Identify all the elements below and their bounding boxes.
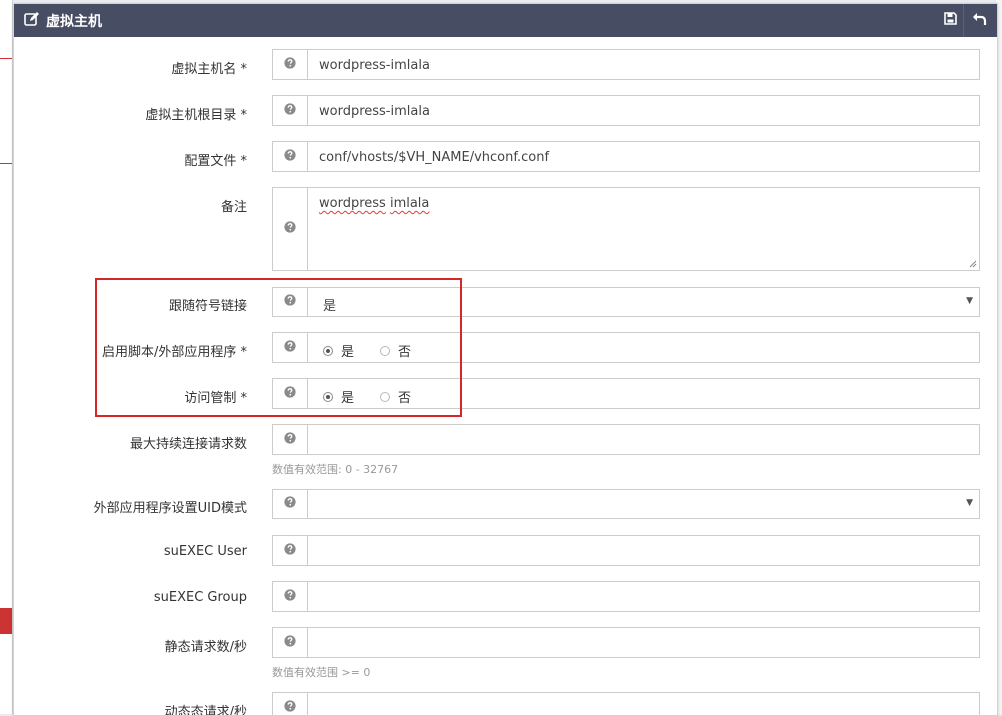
config-file-input[interactable]: conf/vhosts/$VH_NAME/vhconf.conf [272, 141, 980, 172]
background-page-left [0, 0, 13, 714]
follow-symlink-value: 是 [323, 299, 337, 314]
radio-icon [323, 391, 333, 402]
notes-value: wordpress imlala [319, 196, 429, 211]
radio-icon [380, 391, 391, 402]
radio-label: 否 [398, 345, 412, 360]
header-separator [963, 4, 964, 37]
vh-root-input[interactable]: wordpress-imlala [272, 95, 980, 126]
panel-title: 虚拟主机 [46, 13, 102, 30]
config-file-label: 配置文件 * [184, 154, 247, 169]
question-circle-icon [284, 294, 296, 310]
chevron-down-icon: ▼ [966, 498, 973, 508]
static-req-label: 静态请求数/秒 [164, 640, 247, 655]
question-circle-icon [284, 339, 296, 356]
max-keepalive-input[interactable] [272, 424, 980, 455]
save-button[interactable] [936, 4, 964, 37]
follow-symlink-select[interactable]: 是 ▼ [272, 287, 980, 317]
max-keepalive-label: 最大持续连接请求数 [129, 437, 247, 452]
vh-root-label: 虚拟主机根目录 * [145, 108, 247, 123]
notes-textarea[interactable]: wordpress imlala [272, 187, 980, 271]
help-button[interactable] [273, 288, 308, 316]
config-file-value: conf/vhosts/$VH_NAME/vhconf.conf [319, 150, 550, 165]
back-button[interactable] [965, 4, 993, 37]
enable-script-field: 是 否 [272, 332, 980, 363]
help-button[interactable] [273, 490, 308, 518]
help-button[interactable] [273, 188, 308, 270]
help-button[interactable] [273, 50, 308, 79]
question-circle-icon [284, 634, 296, 651]
virtual-host-panel: 虚拟主机 虚拟主机名 * wordpress-imlala 虚拟主机根目录 * … [13, 3, 998, 716]
vh-root-value: wordpress-imlala [319, 104, 430, 119]
restrained-yes-radio[interactable]: 是 [323, 387, 354, 406]
question-circle-icon [284, 699, 296, 716]
background-divider [0, 608, 12, 634]
enable-script-yes-radio[interactable]: 是 [323, 341, 354, 360]
help-button[interactable] [273, 379, 308, 408]
question-circle-icon [284, 496, 296, 512]
restrained-field: 是 否 [272, 378, 980, 409]
radio-label: 是 [341, 391, 355, 406]
question-circle-icon [284, 102, 296, 119]
help-button[interactable] [273, 628, 308, 657]
static-req-help: 数值有效范围 >= 0 [272, 666, 371, 679]
question-circle-icon [284, 542, 296, 559]
suexec-group-input[interactable] [272, 581, 980, 612]
follow-symlink-label: 跟随符号链接 [168, 299, 247, 314]
radio-icon [323, 345, 333, 356]
help-button[interactable] [273, 582, 308, 611]
panel-header: 虚拟主机 [14, 4, 997, 37]
back-icon [972, 12, 987, 30]
question-circle-icon [284, 148, 296, 165]
restrained-no-radio[interactable]: 否 [380, 387, 411, 406]
dynamic-req-input[interactable] [272, 692, 980, 716]
help-button[interactable] [273, 333, 308, 362]
enable-script-no-radio[interactable]: 否 [380, 341, 411, 360]
radio-label: 否 [398, 391, 412, 406]
vh-name-value: wordpress-imlala [319, 58, 430, 73]
enable-script-label: 启用脚本/外部应用程序 * [101, 345, 247, 360]
vh-name-label: 虚拟主机名 * [171, 62, 247, 77]
notes-word: wordpress [319, 196, 386, 211]
help-button[interactable] [273, 693, 308, 716]
background-divider [0, 58, 12, 59]
question-circle-icon [284, 221, 296, 237]
suexec-user-label: suEXEC User [163, 544, 247, 559]
ext-app-uid-label: 外部应用程序设置UID模式 [93, 501, 247, 516]
help-button[interactable] [273, 96, 308, 125]
edit-icon [24, 11, 40, 31]
notes-label: 备注 [220, 200, 247, 215]
help-button[interactable] [273, 536, 308, 565]
background-divider [0, 163, 12, 164]
question-circle-icon [284, 431, 296, 448]
help-button[interactable] [273, 142, 308, 171]
suexec-user-input[interactable] [272, 535, 980, 566]
suexec-group-label: suEXEC Group [153, 590, 247, 605]
question-circle-icon [284, 56, 296, 73]
question-circle-icon [284, 385, 296, 402]
static-req-input[interactable] [272, 627, 980, 658]
notes-word: imlala [389, 196, 430, 211]
vh-name-input[interactable]: wordpress-imlala [272, 49, 980, 80]
radio-icon [380, 345, 391, 356]
question-circle-icon [284, 588, 296, 605]
save-icon [943, 12, 957, 29]
max-keepalive-help: 数值有效范围: 0 - 32767 [272, 463, 399, 476]
chevron-down-icon: ▼ [966, 296, 973, 306]
resize-handle[interactable] [969, 260, 977, 268]
ext-app-uid-select[interactable]: ▼ [272, 489, 980, 519]
restrained-label: 访问管制 * [184, 391, 247, 406]
help-button[interactable] [273, 425, 308, 454]
radio-label: 是 [341, 345, 355, 360]
